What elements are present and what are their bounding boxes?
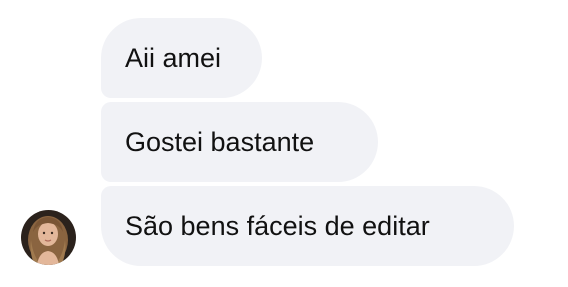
message-text: Aii amei <box>125 43 222 73</box>
avatar[interactable] <box>21 210 76 265</box>
message-bubble[interactable]: São bens fáceis de editar <box>101 186 514 266</box>
message-text: Gostei bastante <box>125 127 315 157</box>
message-thread: Aii amei Gostei bastante São bens fáceis… <box>0 0 568 287</box>
message-bubble[interactable]: Gostei bastante <box>101 102 378 182</box>
user-avatar-icon <box>21 210 76 265</box>
message-bubble[interactable]: Aii amei <box>101 18 262 98</box>
message-text: São bens fáceis de editar <box>125 211 430 241</box>
